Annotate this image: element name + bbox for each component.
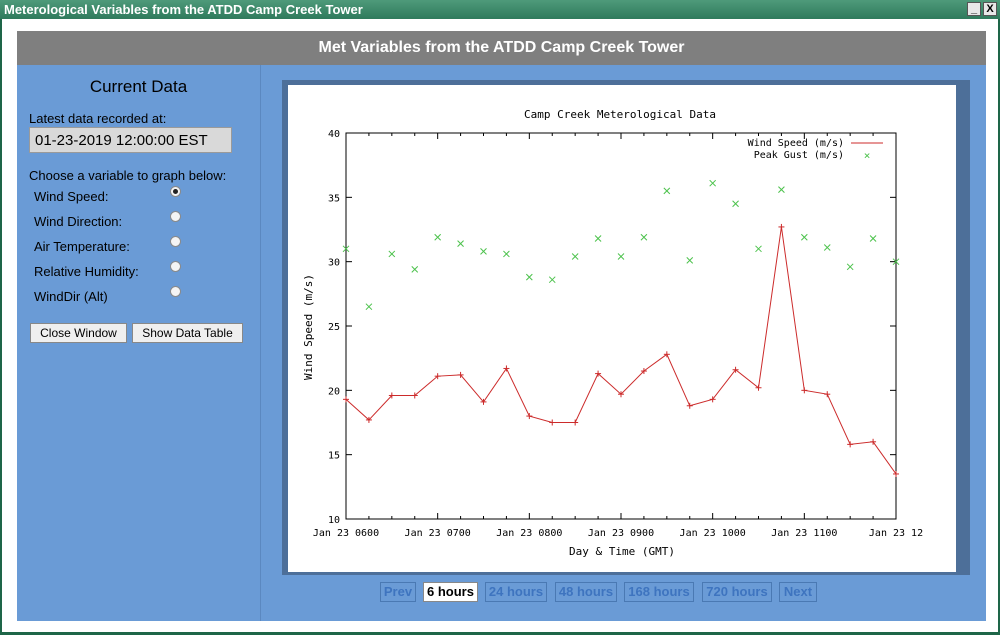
peak-gust-point: [525, 273, 533, 281]
variable-label-winddir-alt: WindDir (Alt): [34, 289, 108, 304]
minimize-button[interactable]: _: [967, 2, 981, 16]
legend-label-peak-gust: Peak Gust (m/s): [754, 150, 844, 161]
sidebar-heading: Current Data: [89, 77, 188, 96]
pager-168-hours[interactable]: 168 hours: [624, 582, 694, 602]
y-axis-label: Wind Speed (m/s): [302, 274, 315, 380]
x-tick-label: Jan 23 1000: [680, 528, 746, 539]
peak-gust-point: [434, 233, 442, 241]
wind-speed-point: [686, 402, 693, 409]
peak-gust-point: [846, 263, 854, 271]
wind-speed-point: [778, 223, 785, 230]
radio-wind-direction[interactable]: [170, 211, 181, 222]
close-window-icon[interactable]: X: [983, 2, 997, 16]
peak-gust-point: [732, 200, 739, 208]
wind-speed-point: [847, 441, 854, 448]
x-tick-label: Jan 23 0700: [405, 528, 471, 539]
legend-marker-peak-gust: ×: [864, 149, 871, 162]
peak-gust-point: [411, 266, 419, 273]
wind-speed-point: [503, 365, 510, 372]
sidebar: Current Data Latest data recorded at: 01…: [17, 65, 261, 621]
legend: Wind Speed (m/s) Peak Gust (m/s) ×: [748, 138, 883, 162]
peak-gust-point: [823, 244, 831, 251]
wind-speed-point: [549, 419, 556, 426]
peak-gust-point: [617, 253, 625, 260]
peak-gust-point: [800, 233, 808, 241]
variable-label-air-temperature: Air Temperature:: [34, 239, 130, 254]
peak-gust-point: [709, 179, 717, 187]
window-title: Meterological Variables from the ATDD Ca…: [4, 2, 363, 17]
y-tick-label: 30: [328, 258, 340, 269]
variable-label-relative-humidity: Relative Humidity:: [34, 264, 139, 279]
pager-6-hours[interactable]: 6 hours: [423, 582, 478, 602]
wind-speed-point: [801, 387, 808, 394]
peak-gust-point: [640, 233, 648, 241]
pager-next[interactable]: Next: [779, 582, 817, 602]
pager-24-hours[interactable]: 24 hours: [485, 582, 547, 602]
radio-air-temperature[interactable]: [170, 236, 181, 247]
peak-gust-point: [755, 245, 762, 253]
peak-gust-point: [503, 250, 510, 258]
variable-label-wind-speed: Wind Speed:: [34, 189, 109, 204]
y-tick-label: 25: [328, 322, 340, 333]
window-titlebar: Meterological Variables from the ATDD Ca…: [0, 0, 1000, 19]
peak-gust-point: [457, 240, 464, 248]
x-axis-label: Day & Time (GMT): [569, 545, 675, 558]
pager-48-hours[interactable]: 48 hours: [555, 582, 617, 602]
x-tick-label: Jan 23 1100: [771, 528, 837, 539]
peak-gust-point: [594, 235, 602, 242]
peak-gust-point: [869, 235, 877, 242]
x-tick-label: Jan 23 0600: [313, 528, 379, 539]
peak-gust-point: [778, 186, 785, 193]
y-tick-label: 20: [328, 386, 340, 397]
peak-gust-point: [663, 187, 671, 195]
y-tick-label: 40: [328, 129, 340, 140]
plot-area-border: [345, 132, 897, 520]
wind-speed-chart: Camp Creek Meterological Data Day & Time…: [302, 108, 923, 558]
radio-wind-speed[interactable]: [170, 186, 181, 197]
latest-data-value: 01-23-2019 12:00:00 EST: [29, 127, 232, 153]
peak-gust-point: [571, 253, 579, 260]
chart-title: Camp Creek Meterological Data: [524, 108, 716, 121]
x-tick-label: Jan 23 0900: [588, 528, 654, 539]
wind-speed-line: [345, 226, 897, 475]
y-tick-label: 10: [328, 515, 340, 526]
wind-speed-point: [824, 391, 831, 398]
show-data-table-button[interactable]: Show Data Table: [132, 323, 243, 343]
wind-speed-point: [526, 413, 533, 420]
legend-label-wind-speed: Wind Speed (m/s): [748, 138, 844, 149]
x-tick-label: Jan 23 0800: [496, 528, 562, 539]
pager-720-hours[interactable]: 720 hours: [702, 582, 772, 602]
latest-data-label: Latest data recorded at:: [29, 111, 167, 126]
peak-gust-point: [480, 248, 487, 255]
peak-gust-point: [686, 257, 694, 264]
wind-speed-point: [572, 419, 579, 426]
close-window-button[interactable]: Close Window: [30, 323, 127, 343]
choose-variable-label: Choose a variable to graph below:: [29, 168, 227, 183]
y-tick-label: 35: [328, 193, 340, 204]
pager-prev[interactable]: Prev: [380, 582, 416, 602]
peak-gust-point: [388, 250, 396, 258]
peak-gust-point: [548, 276, 556, 284]
y-tick-label: 15: [328, 451, 340, 462]
x-tick-label: Jan 23 12: [869, 528, 923, 539]
page-header: Met Variables from the ATDD Camp Creek T…: [17, 31, 986, 65]
radio-winddir-alt[interactable]: [170, 286, 181, 297]
peak-gust-point: [365, 303, 373, 311]
radio-relative-humidity[interactable]: [170, 261, 181, 272]
variable-label-wind-direction: Wind Direction:: [34, 214, 123, 229]
